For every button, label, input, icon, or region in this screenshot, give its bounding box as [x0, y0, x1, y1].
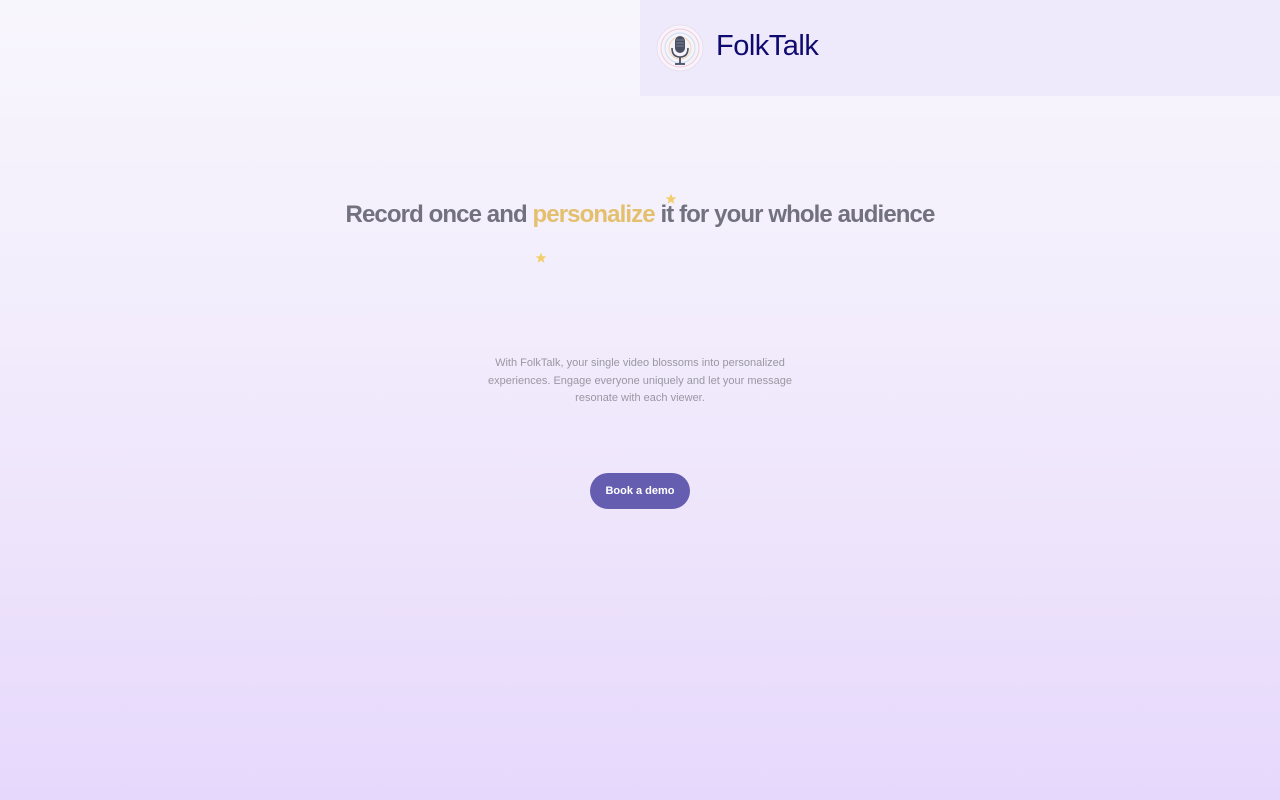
hero-subtitle: With FolkTalk, your single video blossom… [488, 357, 792, 404]
hero-title-start: Record once and [345, 201, 533, 228]
hero-title-accent: personalize [532, 201, 656, 228]
sparkle-icon [535, 251, 547, 263]
site-header: FolkTalk [640, 0, 1280, 96]
hero-title: Record once and personalize it for your … [0, 200, 1280, 230]
book-demo-button[interactable]: Book a demo [590, 473, 690, 509]
microphone-icon[interactable] [656, 24, 704, 72]
sparkle-icon [665, 192, 677, 204]
hero-title-end: it for your whole audience [654, 201, 935, 228]
brand-name[interactable]: FolkTalk [716, 29, 819, 63]
